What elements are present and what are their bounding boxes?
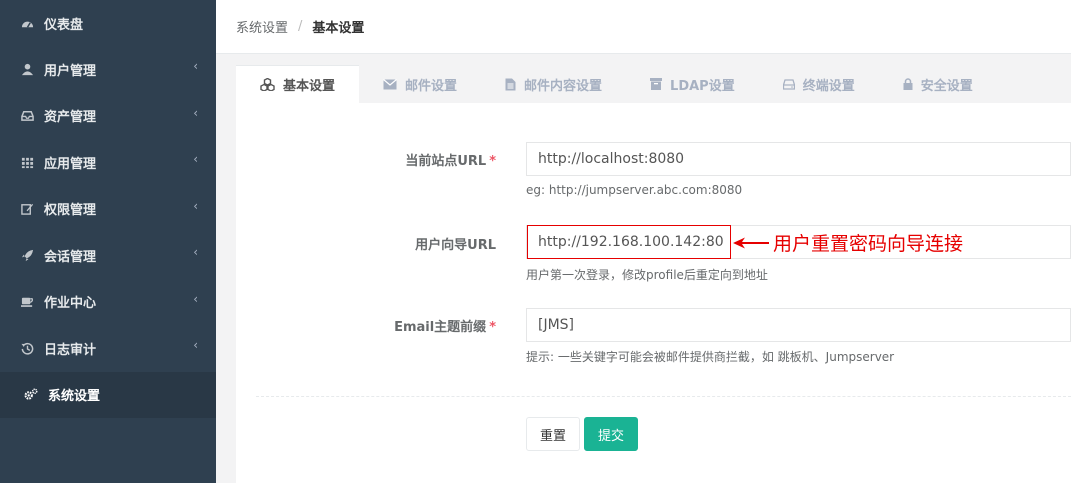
email-prefix-help: 提示: 一些关键字可能会被邮件提供商拦截，如 跳板机、Jumpserver	[526, 350, 895, 364]
file-icon	[505, 78, 516, 91]
tab-label: 邮件内容设置	[524, 78, 603, 94]
sidebar-item-label: 作业中心	[44, 296, 97, 312]
users-icon	[20, 62, 34, 76]
site-url-label: 当前站点URL *	[405, 154, 496, 169]
email-prefix-input[interactable]: [JMS]	[526, 308, 1071, 342]
breadcrumb-current: 基本设置	[312, 21, 365, 36]
inbox-icon	[20, 109, 34, 123]
envelope-icon	[383, 78, 397, 90]
sidebar-item-label: 应用管理	[44, 156, 97, 172]
breadcrumb: 系统设置 / 基本设置	[216, 0, 1071, 54]
tab-terminal-settings[interactable]: 终端设置	[759, 65, 879, 103]
edit-icon	[20, 202, 34, 216]
tab-label: LDAP设置	[670, 78, 735, 94]
breadcrumb-parent[interactable]: 系统设置	[236, 17, 288, 36]
sidebar-item-permissions[interactable]: 权限管理 ‹	[0, 186, 216, 233]
history-icon	[20, 341, 34, 355]
chevron-left-icon: ‹	[193, 291, 198, 306]
tab-label: 终端设置	[802, 78, 855, 94]
tab-label: 邮件设置	[405, 78, 458, 94]
settings-tabs: 基本设置 邮件设置 邮件内容设置 LDAP设置 终端设置 安全设置	[236, 65, 1071, 103]
chevron-left-icon: ‹	[193, 152, 198, 166]
sidebar-item-assets[interactable]: 资产管理 ‹	[0, 93, 216, 140]
chevron-left-icon: ‹	[193, 198, 198, 213]
hdd-icon	[782, 78, 795, 90]
tab-security-settings[interactable]: 安全设置	[879, 65, 997, 103]
tab-basic-settings[interactable]: 基本设置	[236, 65, 360, 103]
rocket-icon	[20, 248, 34, 262]
tab-label: 基本设置	[283, 79, 336, 94]
user-guide-url-help: 用户第一次登录，修改profile后重定向到地址	[526, 268, 768, 282]
cubes-icon	[260, 78, 275, 91]
sidebar-item-label: 权限管理	[44, 203, 97, 219]
site-url-input[interactable]: http://localhost:8080	[526, 142, 1071, 176]
user-guide-url-label: 用户向导URL	[415, 238, 496, 253]
reset-button[interactable]: 重置	[526, 417, 580, 451]
tab-label: 安全设置	[920, 78, 973, 94]
sidebar-item-label: 日志审计	[44, 342, 97, 358]
email-prefix-label: Email主题前缀 *	[394, 320, 496, 335]
grid-icon	[20, 155, 34, 169]
sidebar: 仪表盘 用户管理 ‹ 资产管理 ‹ 应用管理 ‹ 权限管理 ‹ 会话管理 ‹ 作…	[0, 0, 216, 483]
dashboard-icon	[20, 16, 34, 30]
sidebar-item-sessions[interactable]: 会话管理 ‹	[0, 232, 216, 279]
sidebar-item-label: 系统设置	[48, 389, 101, 405]
tab-email-settings[interactable]: 邮件设置	[359, 65, 481, 103]
required-mark: *	[489, 154, 496, 169]
breadcrumb-separator: /	[298, 19, 303, 34]
sidebar-item-system-settings[interactable]: 系统设置	[0, 371, 216, 418]
sidebar-item-label: 仪表盘	[44, 17, 84, 33]
sidebar-item-jobs[interactable]: 作业中心 ‹	[0, 279, 216, 326]
annotation-text: 用户重置密码向导连接	[773, 233, 964, 255]
archive-icon	[650, 78, 663, 90]
cogs-icon	[24, 388, 38, 402]
chevron-left-icon: ‹	[193, 105, 198, 120]
lock-icon	[903, 78, 913, 90]
coffee-icon	[20, 295, 34, 309]
chevron-left-icon: ‹	[193, 338, 198, 352]
tab-email-content-settings[interactable]: 邮件内容设置	[481, 65, 626, 103]
arrow-left-icon	[733, 237, 769, 248]
chevron-left-icon: ‹	[193, 59, 198, 73]
sidebar-item-label: 会话管理	[44, 249, 97, 265]
chevron-left-icon: ‹	[193, 245, 198, 259]
tab-ldap-settings[interactable]: LDAP设置	[626, 65, 759, 103]
sidebar-item-users[interactable]: 用户管理 ‹	[0, 46, 216, 93]
submit-button[interactable]: 提交	[584, 417, 638, 451]
form-divider	[256, 396, 1071, 397]
required-mark: *	[489, 320, 496, 335]
site-url-help: eg: http://jumpserver.abc.com:8080	[526, 183, 743, 197]
annotation-highlight-box	[527, 225, 731, 259]
sidebar-item-dashboard[interactable]: 仪表盘	[0, 0, 216, 46]
annotation-callout: 用户重置密码向导连接	[733, 229, 963, 256]
sidebar-item-label: 用户管理	[44, 63, 97, 79]
sidebar-item-audit-logs[interactable]: 日志审计 ‹	[0, 325, 216, 372]
sidebar-item-label: 资产管理	[44, 110, 97, 126]
sidebar-item-applications[interactable]: 应用管理 ‹	[0, 139, 216, 186]
